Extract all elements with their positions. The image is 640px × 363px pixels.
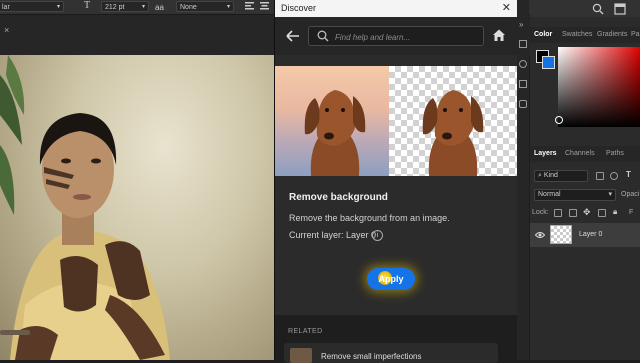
adjustment-filter-icon[interactable] xyxy=(610,172,618,180)
apply-button[interactable]: Apply xyxy=(367,268,415,290)
document-canvas[interactable] xyxy=(0,55,274,360)
tab-paths[interactable]: Paths xyxy=(606,150,624,157)
font-size-field[interactable]: 212 pt ▾ xyxy=(101,1,149,12)
workspace-icon[interactable] xyxy=(614,3,626,15)
font-style-select[interactable]: lar ▾ xyxy=(0,1,64,12)
panel-icon[interactable] xyxy=(519,80,527,88)
layer-thumbnail xyxy=(550,225,572,244)
home-button[interactable] xyxy=(491,27,507,43)
color-picker-field[interactable] xyxy=(555,47,640,127)
feature-title: Remove background xyxy=(289,192,388,203)
right-panels: Color Swatches Gradients Pa Layers Chann… xyxy=(530,0,640,360)
feature-description: Remove the background from an image. xyxy=(289,213,450,223)
tab-gradients[interactable]: Gradients xyxy=(597,31,627,38)
tab-channels[interactable]: Channels xyxy=(565,150,595,157)
arrow-left-icon xyxy=(286,30,299,42)
color-picker-handle[interactable] xyxy=(555,116,563,124)
lock-pixels-icon[interactable] xyxy=(569,209,577,217)
current-layer-label: Current layer: Layer 0 xyxy=(289,230,377,240)
chevron-down-icon: ▾ xyxy=(141,4,145,10)
tab-patterns[interactable]: Pa xyxy=(631,31,640,38)
align-left-icon[interactable] xyxy=(245,2,255,13)
discover-title: Discover xyxy=(281,3,317,13)
font-size-value: 212 pt xyxy=(105,4,125,11)
discover-panel: Discover ✕ Find help and learn... Remove… xyxy=(274,0,517,363)
background-color-swatch[interactable] xyxy=(542,56,555,69)
dog-icon xyxy=(304,90,366,176)
visibility-eye-icon[interactable] xyxy=(535,231,545,239)
lock-all-icon[interactable]: 🔒︎ xyxy=(613,207,617,217)
antialias-value: None xyxy=(180,4,197,11)
font-style-value: lar xyxy=(2,4,10,11)
info-icon[interactable]: i xyxy=(372,230,383,241)
discover-content: Remove background Remove the background … xyxy=(275,55,517,315)
discover-nav xyxy=(275,17,517,55)
opacity-label: Opaci xyxy=(621,191,640,198)
chevron-down-icon: ▾ xyxy=(226,4,230,10)
layer-row[interactable]: Layer 0 xyxy=(530,223,640,247)
pixel-filter-icon[interactable] xyxy=(596,172,604,180)
close-icon[interactable]: × xyxy=(4,25,9,35)
panel-icon-strip: » xyxy=(517,0,529,360)
panel-icon[interactable] xyxy=(519,40,527,48)
lock-transparent-icon[interactable] xyxy=(554,209,562,217)
search-field[interactable] xyxy=(308,26,484,46)
panel-icon[interactable] xyxy=(519,60,527,68)
lock-label: Lock: xyxy=(532,209,549,216)
lock-artboard-icon[interactable] xyxy=(598,209,606,217)
tab-swatches[interactable]: Swatches xyxy=(562,31,592,38)
font-size-icon: T xyxy=(84,0,91,11)
panel-icon[interactable] xyxy=(519,100,527,108)
tab-color[interactable]: Color xyxy=(534,31,552,38)
antialias-select[interactable]: None ▾ xyxy=(176,1,234,12)
related-thumbnail xyxy=(290,348,312,363)
svg-text:aa: aa xyxy=(155,3,164,11)
layers-panel-tabs: Layers Channels Paths xyxy=(530,146,640,162)
chevron-down-icon: ▾ xyxy=(608,191,612,198)
blend-mode-select[interactable]: Normal ▾ xyxy=(534,189,616,201)
dog-icon xyxy=(422,90,484,176)
layer-name: Layer 0 xyxy=(579,231,603,238)
discover-title-bar: Discover ✕ xyxy=(275,0,517,17)
align-center-icon[interactable] xyxy=(260,2,270,13)
apply-label: Apply xyxy=(378,274,404,284)
tab-layers[interactable]: Layers xyxy=(534,150,557,157)
lock-position-icon[interactable]: ✥ xyxy=(583,207,591,218)
preview-after-image xyxy=(389,66,517,176)
collapse-icon[interactable]: » xyxy=(519,20,523,29)
type-filter-icon[interactable]: T xyxy=(626,170,631,179)
feature-preview xyxy=(275,66,517,176)
antialias-icon: aa xyxy=(155,2,165,12)
photo-woman-icon xyxy=(0,55,170,360)
layers-panel: ⌕ Kind T Normal ▾ Opaci Lock: ✥ 🔒︎ F Lay… xyxy=(530,163,640,360)
preview-before-image xyxy=(275,66,389,176)
home-icon xyxy=(493,29,505,41)
search-icon xyxy=(317,30,329,42)
related-item[interactable]: Remove small imperfections xyxy=(284,343,498,363)
antialias-glyph-icon: aa xyxy=(155,3,164,12)
close-icon[interactable]: ✕ xyxy=(502,1,511,14)
filter-kind-value: Kind xyxy=(543,172,558,179)
filter-kind-select[interactable]: ⌕ Kind xyxy=(534,170,588,182)
related-heading: RELATED xyxy=(288,328,323,335)
search-input[interactable] xyxy=(333,29,482,45)
related-section: RELATED Remove small imperfections xyxy=(275,315,517,363)
fill-label: F xyxy=(629,209,634,216)
chevron-down-icon: ▾ xyxy=(56,4,60,10)
back-button[interactable] xyxy=(284,27,302,45)
color-panel-tabs: Color Swatches Gradients Pa xyxy=(530,27,640,43)
blend-mode-value: Normal xyxy=(538,191,561,198)
search-icon[interactable] xyxy=(592,3,604,15)
panel-header-bar xyxy=(530,0,640,17)
